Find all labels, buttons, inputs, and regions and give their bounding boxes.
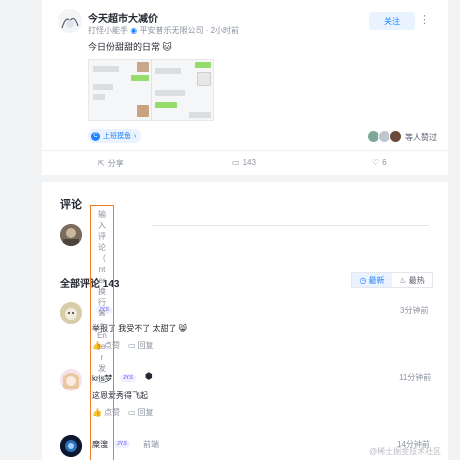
chat-bubble — [155, 102, 177, 108]
chat-bubble — [131, 75, 149, 81]
medal-icon: ⬢ — [145, 371, 153, 381]
post-time: 2小时前 — [210, 26, 240, 35]
reply-button[interactable]: ▭ 回复 — [128, 340, 154, 351]
reply-icon: ▭ — [128, 341, 136, 350]
input-placeholder-char: 输 — [98, 210, 106, 219]
share-button[interactable]: ⇱ 分享 — [98, 158, 124, 169]
image-divider — [151, 60, 152, 120]
comment-avatar[interactable] — [60, 435, 82, 457]
input-placeholder-char: te — [98, 342, 106, 351]
input-placeholder-char: 评 — [98, 232, 106, 241]
chat-bubble — [93, 84, 113, 90]
post-actions: ⇱ 分享 ▭ 143 ♡ 6 — [42, 150, 448, 175]
input-placeholder-char: 论 — [98, 243, 106, 252]
topic-tag[interactable]: C 上班摸鱼 › — [88, 129, 142, 143]
comment-time: 11分钟前 — [399, 373, 432, 382]
author-company: 平安普乐无限公司 — [139, 26, 204, 35]
level-badge: JY.5 — [114, 440, 130, 448]
input-placeholder-char: + — [99, 320, 105, 329]
emoji-icon: 😸 — [178, 324, 188, 333]
chat-photo — [137, 105, 149, 117]
post-text: 今日份甜甜的日常 🐱 — [88, 42, 172, 52]
comment-input[interactable]: 输入评论 （ nt er 换行 ⌘ + En te r 发送 — [90, 205, 114, 460]
comment-icon: ▭ — [232, 158, 240, 167]
liker-avatar[interactable] — [389, 130, 402, 143]
share-icon: ⇱ — [98, 159, 105, 168]
comment-avatar[interactable] — [60, 369, 82, 391]
post-image[interactable] — [88, 59, 214, 121]
comment-time: 3分钟前 — [400, 306, 429, 315]
cat-emoji-icon: 🐱 — [162, 42, 172, 52]
company-icon: ◉ — [130, 26, 138, 35]
chat-bubble — [189, 112, 211, 118]
tab-newest[interactable]: ◷ 最新 — [352, 273, 392, 287]
author-title: 打怪小能手 — [88, 26, 128, 35]
flame-icon: ♨ — [399, 275, 407, 285]
liked-by-text: 等人赞过 — [405, 133, 437, 142]
comment-button[interactable]: ▭ 143 — [232, 158, 256, 167]
chat-photo — [137, 62, 149, 72]
comment-user-role: 前端 — [143, 440, 159, 449]
like-button[interactable]: ♡ 6 — [372, 158, 387, 167]
more-dots-icon[interactable]: ⋮ — [419, 13, 430, 26]
chat-bubble — [195, 62, 211, 68]
comment-card: 评论 全部评论 143 ◷ 最新 ♨ 最热 JY.5 3分钟前 举报了 我受不了… — [42, 182, 448, 460]
input-placeholder-char: r — [100, 353, 104, 362]
input-placeholder-char: 送 — [98, 375, 106, 384]
input-placeholder-char: （ — [98, 254, 106, 263]
author-avatar[interactable] — [58, 9, 82, 33]
comments-title: 评论 — [60, 199, 82, 211]
chat-bubble — [93, 66, 119, 72]
author-meta: 打怪小能手 ◉ 平安普乐无限公司 · 2小时前 — [88, 26, 240, 35]
chat-bubble — [155, 90, 185, 96]
clock-icon: ◷ — [359, 275, 367, 285]
post-card: 今天超市大减价 打怪小能手 ◉ 平安普乐无限公司 · 2小时前 关注 ⋮ 今日份… — [42, 0, 448, 175]
like-icon: ♡ — [372, 158, 380, 167]
follow-button[interactable]: 关注 — [369, 12, 415, 30]
chat-bubble — [93, 94, 105, 100]
reply-icon: ▭ — [128, 408, 136, 417]
level-badge: JY.5 — [120, 374, 136, 382]
input-placeholder-char: 发 — [98, 364, 106, 373]
comment-avatar[interactable] — [60, 302, 82, 324]
input-placeholder-char: nt — [98, 265, 106, 274]
chevron-right-icon: › — [134, 132, 137, 140]
reply-button[interactable]: ▭ 回复 — [128, 407, 154, 418]
input-placeholder-char: 换 — [98, 287, 106, 296]
tab-hottest[interactable]: ♨ 最热 — [392, 273, 432, 287]
input-placeholder-char: En — [97, 331, 107, 340]
chat-bubble — [155, 68, 181, 74]
topic-icon: C — [91, 131, 100, 141]
input-placeholder-char: 行 — [98, 298, 106, 307]
input-placeholder-char: 入 — [98, 221, 106, 230]
input-placeholder-char: ⌘ — [98, 309, 106, 318]
watermark: @稀土掘金技术社区 — [369, 447, 442, 456]
comment-input-divider — [152, 225, 429, 226]
author-name[interactable]: 今天超市大减价 — [88, 10, 158, 25]
chat-photo — [197, 72, 211, 86]
input-placeholder-char: er — [98, 276, 106, 285]
current-user-avatar — [60, 224, 82, 246]
sort-tabs: ◷ 最新 ♨ 最热 — [351, 272, 433, 288]
